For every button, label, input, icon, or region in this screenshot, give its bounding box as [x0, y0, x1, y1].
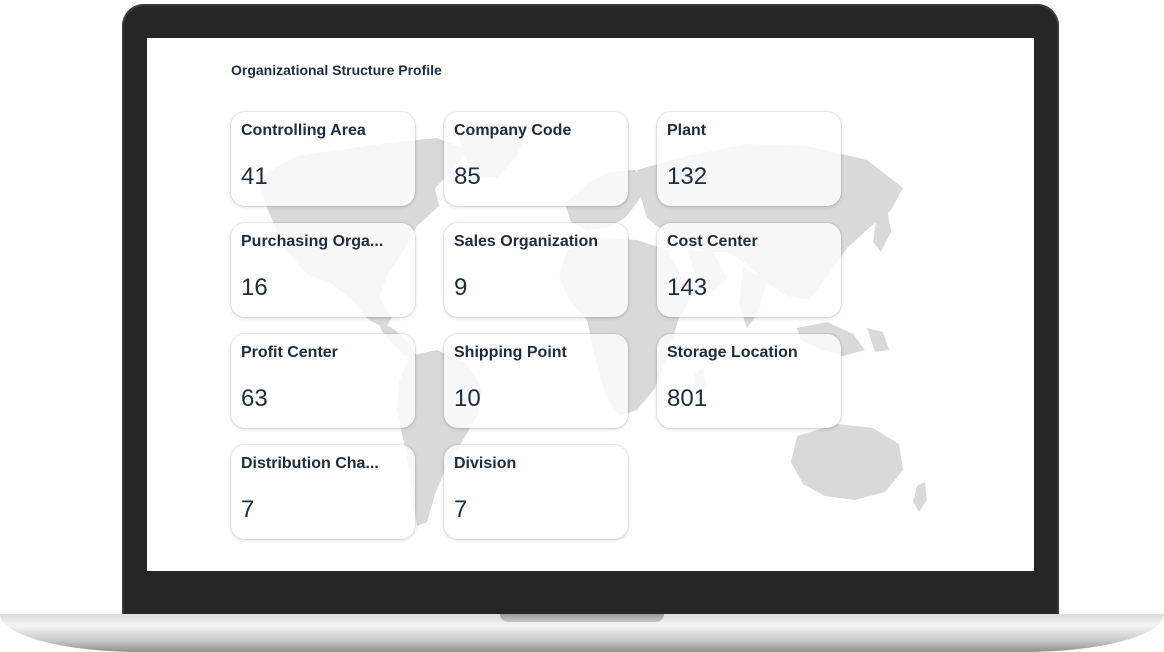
tile-value: 41	[241, 163, 268, 190]
tile-label: Storage Location	[667, 344, 798, 361]
tile-plant[interactable]: Plant 132	[657, 112, 841, 206]
tile-value: 9	[454, 274, 468, 301]
tile-label: Sales Organization	[454, 233, 599, 250]
tile-value: 801	[667, 385, 708, 412]
tile-value: 16	[241, 274, 268, 301]
laptop-notch	[500, 614, 664, 622]
tile-division[interactable]: Division 7	[444, 445, 628, 539]
tile-value: 7	[454, 496, 468, 523]
tile-label: Purchasing Orga...	[241, 233, 384, 250]
tile-label: Profit Center	[241, 344, 338, 361]
tile-shipping-point[interactable]: Shipping Point 10	[444, 334, 628, 428]
tile-controlling-area[interactable]: Controlling Area 41	[231, 112, 415, 206]
tile-value: 10	[454, 385, 481, 412]
tile-label: Plant	[667, 122, 707, 139]
tile-company-code[interactable]: Company Code 85	[444, 112, 628, 206]
tile-purchasing-organization[interactable]: Purchasing Orga... 16	[231, 223, 415, 317]
tile-profit-center[interactable]: Profit Center 63	[231, 334, 415, 428]
tile-label: Company Code	[454, 122, 572, 139]
tile-value: 143	[667, 274, 708, 301]
tile-label: Distribution Cha...	[241, 455, 379, 472]
tile-cost-center[interactable]: Cost Center 143	[657, 223, 841, 317]
page-title: Organizational Structure Profile	[231, 62, 442, 78]
tile-label: Controlling Area	[241, 122, 366, 139]
tile-value: 132	[667, 163, 708, 190]
tile-label: Cost Center	[667, 233, 758, 250]
tile-storage-location[interactable]: Storage Location 801	[657, 334, 841, 428]
tile-sales-organization[interactable]: Sales Organization 9	[444, 223, 628, 317]
tile-distribution-channel[interactable]: Distribution Cha... 7	[231, 445, 415, 539]
tile-value: 7	[241, 496, 255, 523]
tile-value: 63	[241, 385, 268, 412]
tile-label: Shipping Point	[454, 344, 567, 361]
tile-value: 85	[454, 163, 481, 190]
tile-label: Division	[454, 455, 517, 472]
app-screen: Organizational Structure Profile Control…	[147, 38, 1034, 571]
